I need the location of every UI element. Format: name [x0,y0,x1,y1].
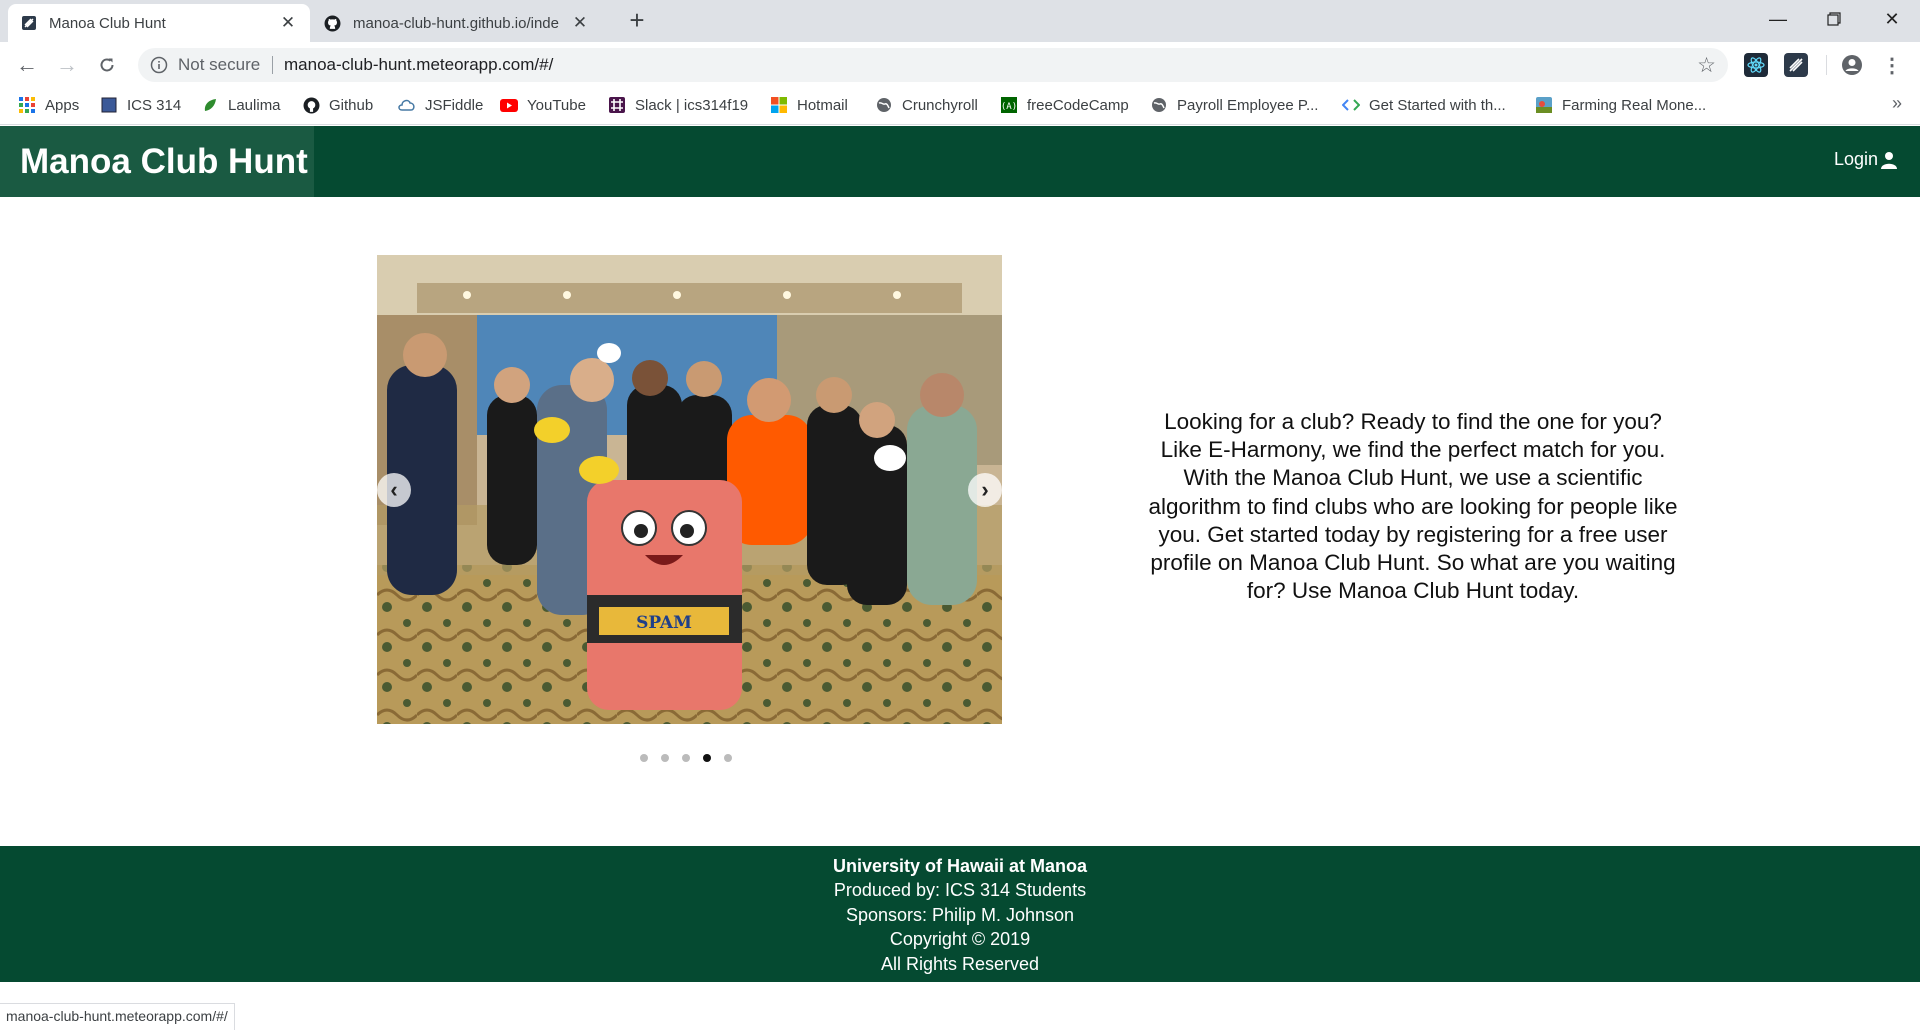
globe-icon [875,96,893,114]
forward-arrow-icon[interactable]: → [52,50,82,80]
bookmark-label: Farming Real Mone... [1562,96,1707,114]
meteor-favicon [20,15,37,32]
bookmark-apps[interactable]: Apps [18,88,79,122]
bookmark-label: Apps [45,96,80,114]
tab-github[interactable]: manoa-club-hunt.github.io/inde ✕ [312,4,602,42]
bookmark-slack[interactable]: Slack | ics314f19 [608,88,748,122]
bookmark-label: Slack | ics314f19 [635,96,749,114]
toolbar-divider [1826,55,1827,75]
apps-grid-icon [18,96,36,114]
status-bar-url: manoa-club-hunt.meteorapp.com/#/ [0,1003,235,1030]
carousel-dot-active[interactable] [703,754,711,762]
bookmark-label: freeCodeCamp [1027,96,1129,114]
tab-title: Manoa Club Hunt [49,14,166,32]
carousel-indicators [640,754,732,762]
meteor-devtools-icon[interactable] [1784,53,1808,77]
browser-tab-strip: Manoa Club Hunt ✕ manoa-club-hunt.github… [0,0,1920,42]
bookmark-label: Laulima [228,96,281,114]
footer-produced-by: Produced by: ICS 314 Students [833,880,1087,901]
carousel-next-icon[interactable]: › [968,473,1002,507]
spam-mascot: SPAM [587,480,742,710]
bookmark-label: Payroll Employee P... [1177,96,1319,114]
security-label[interactable]: Not secure [178,55,260,75]
site-brand[interactable]: Manoa Club Hunt [0,126,314,197]
bookmark-ics-314[interactable]: ICS 314 [100,88,181,122]
bookmark-youtube[interactable]: YouTube [500,88,586,122]
bookmark-payroll[interactable]: Payroll Employee P... [1150,88,1318,122]
omnibox-divider [272,56,273,74]
code-icon [1342,96,1360,114]
club-photo-carousel[interactable]: SPAM ‹ › [377,255,1002,724]
ics-icon [100,96,118,114]
site-footer: University of Hawaii at Manoa Produced b… [0,846,1920,982]
bookmark-label: ICS 314 [127,96,182,114]
close-window-icon[interactable]: ✕ [1864,0,1920,38]
bookmark-hotmail[interactable]: Hotmail [770,88,848,122]
bookmark-get-started[interactable]: Get Started with th... [1342,88,1506,122]
bookmarks-bar: Apps ICS 314 Laulima Github JSFiddle You… [0,88,1920,125]
footer-university: University of Hawaii at Manoa [832,856,1088,876]
landing-tagline: Looking for a club? Ready to find the on… [1148,409,1678,604]
youtube-icon [500,96,518,114]
close-tab-icon[interactable]: ✕ [570,13,590,33]
github-icon [324,15,341,32]
login-dropdown[interactable]: Login [1834,149,1898,170]
bookmark-label: JSFiddle [425,96,484,114]
address-bar[interactable]: Not secure manoa-club-hunt.meteorapp.com… [138,48,1728,82]
footer-rights: All Rights Reserved [880,953,1040,974]
bookmark-label: YouTube [527,96,586,114]
close-tab-icon[interactable]: ✕ [278,13,298,33]
bookmark-star-icon[interactable]: ☆ [1697,53,1716,78]
tab-title: manoa-club-hunt.github.io/inde [353,14,559,32]
bookmark-jsfiddle[interactable]: JSFiddle [398,88,483,122]
url-text[interactable]: manoa-club-hunt.meteorapp.com/#/ [284,55,553,75]
bookmark-laulima[interactable]: Laulima [201,88,281,122]
freecodecamp-icon: (A) [1000,96,1018,114]
carousel-dot[interactable] [682,754,690,762]
bookmark-farming[interactable]: Farming Real Mone... [1535,88,1706,122]
bookmark-label: Get Started with th... [1369,96,1506,114]
profile-avatar-icon[interactable] [1840,53,1864,77]
carousel-prev-icon[interactable]: ‹ [377,473,411,507]
laulima-icon [201,96,219,114]
tab-manoa-club-hunt[interactable]: Manoa Club Hunt ✕ [8,4,310,42]
footer-copyright: Copyright © 2019 [889,929,1031,950]
slack-icon [608,96,626,114]
farm-icon [1535,96,1553,114]
reload-icon[interactable] [92,50,122,80]
microsoft-icon [770,96,788,114]
footer-sponsors: Sponsors: Philip M. Johnson [845,904,1075,925]
restore-window-icon[interactable] [1806,0,1862,38]
mascot-label: SPAM [636,613,692,633]
browser-toolbar: ← → Not secure manoa-club-hunt.meteorapp… [0,42,1920,88]
carousel-dot[interactable] [661,754,669,762]
minimize-window-icon[interactable]: — [1750,0,1806,38]
bookmark-crunchyroll[interactable]: Crunchyroll [875,88,978,122]
jsfiddle-icon [398,96,416,114]
user-icon [1880,151,1898,169]
svg-text:(A): (A) [1001,102,1017,112]
browser-menu-icon[interactable]: ⋮ [1880,53,1904,77]
github-icon [302,96,320,114]
carousel-dot[interactable] [640,754,648,762]
login-label: Login [1833,149,1878,169]
info-icon[interactable] [150,56,168,74]
more-bookmarks-button[interactable]: » [1892,93,1902,114]
club-group-photo: SPAM [377,255,1002,724]
bookmark-freecodecamp[interactable]: (A) freeCodeCamp [1000,88,1129,122]
bookmark-label: Github [329,96,374,114]
back-arrow-icon[interactable]: ← [12,50,42,80]
new-tab-button[interactable]: + [624,7,650,34]
react-devtools-icon[interactable] [1744,53,1768,77]
bookmark-github[interactable]: Github [302,88,373,122]
globe-icon [1150,96,1168,114]
bookmark-label: Hotmail [797,96,848,114]
site-navbar: Manoa Club Hunt Login [0,126,1920,197]
carousel-dot[interactable] [724,754,732,762]
bookmark-label: Crunchyroll [902,96,978,114]
